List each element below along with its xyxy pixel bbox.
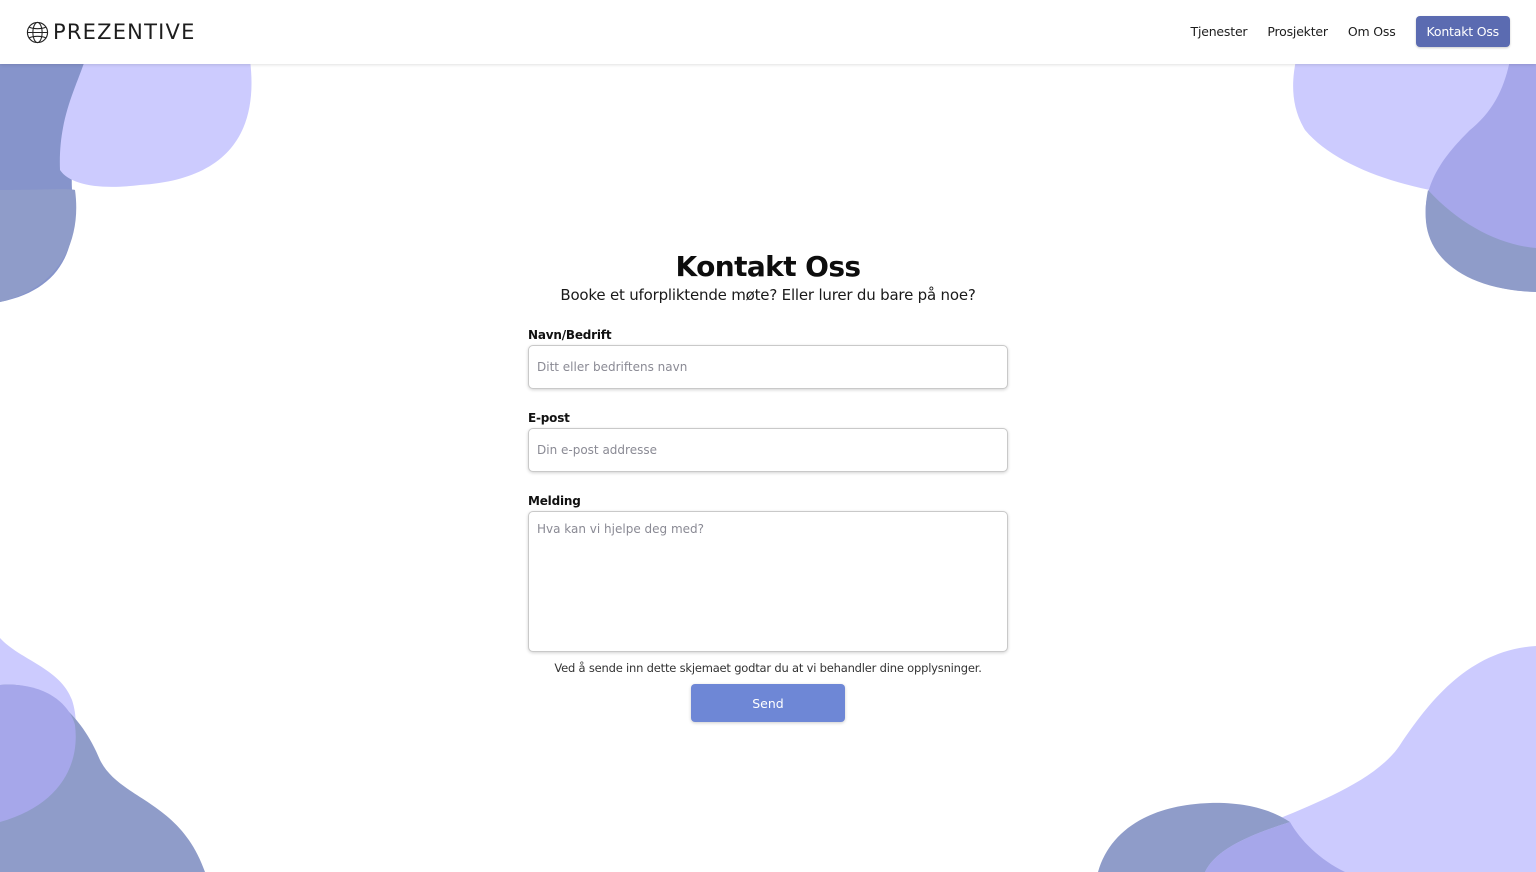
email-input[interactable] [528, 428, 1008, 472]
globe-icon [26, 21, 49, 43]
blob-top-left-overlap [0, 189, 77, 302]
send-button[interactable]: Send [691, 684, 845, 722]
blob-top-left-dark [0, 60, 90, 302]
blob-bottom-left-light [0, 638, 76, 822]
contact-page: PREZENTIVE Tjenester Prosjekter Om Oss K… [0, 0, 1536, 872]
blob-bottom-right-dark [1098, 802, 1290, 872]
nav-link-tjenester[interactable]: Tjenester [1191, 24, 1248, 39]
blob-bottom-left-overlap [0, 684, 76, 822]
blob-top-right-light [1293, 60, 1536, 250]
blob-bottom-right-overlap [1205, 822, 1345, 872]
name-field-label: Navn/Bedrift [528, 328, 612, 342]
name-input[interactable] [528, 345, 1008, 389]
contact-section: Kontakt Oss Booke et uforpliktende møte?… [528, 250, 1008, 722]
nav-link-prosjekter[interactable]: Prosjekter [1267, 24, 1328, 39]
nav-link-om-oss[interactable]: Om Oss [1348, 24, 1396, 39]
site-header: PREZENTIVE Tjenester Prosjekter Om Oss K… [0, 0, 1536, 64]
blob-top-right-medium [1425, 60, 1536, 292]
blob-bottom-left-dark [0, 684, 205, 872]
message-textarea[interactable] [528, 511, 1008, 652]
blob-top-right-dark [1425, 190, 1536, 292]
page-title: Kontakt Oss [675, 250, 862, 283]
page-subtitle: Booke et uforpliktende møte? Eller lurer… [560, 286, 976, 304]
nav-contact-button[interactable]: Kontakt Oss [1415, 16, 1510, 47]
brand-name: PREZENTIVE [53, 20, 196, 44]
main-nav: Tjenester Prosjekter Om Oss Kontakt Oss [1171, 16, 1510, 47]
blob-top-left-light [59, 60, 252, 187]
brand-logo[interactable]: PREZENTIVE [26, 19, 196, 45]
consent-notice: Ved å sende inn dette skjemaet godtar du… [554, 661, 982, 675]
message-field-label: Melding [528, 494, 581, 508]
email-field-label: E-post [528, 411, 570, 425]
blob-bottom-right-light [1200, 646, 1536, 872]
